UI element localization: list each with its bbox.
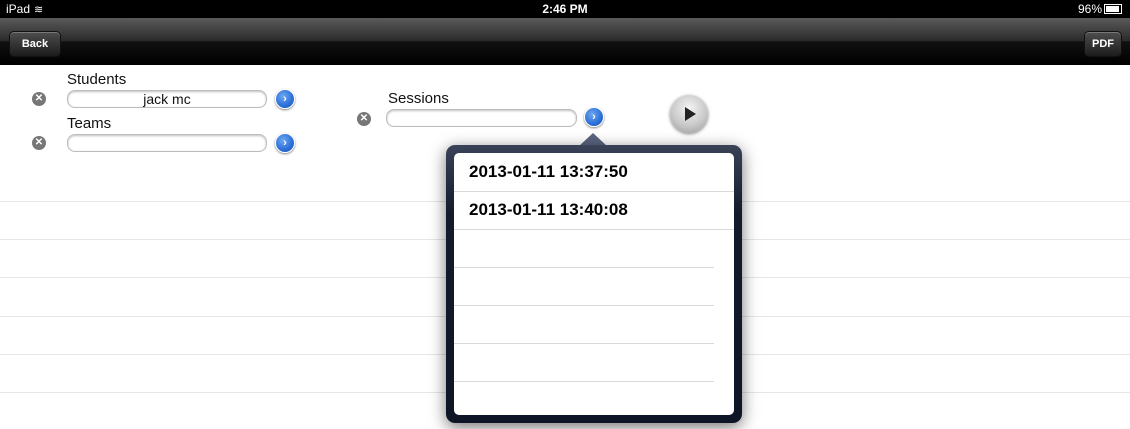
status-battery: 96% bbox=[1078, 0, 1122, 18]
session-timestamp: 2013-01-11 13:37:50 bbox=[469, 162, 628, 181]
clear-sessions-icon[interactable]: ✕ bbox=[357, 112, 371, 126]
empty-row-divider bbox=[454, 267, 714, 268]
play-button[interactable] bbox=[670, 95, 708, 133]
session-list-item[interactable]: 2013-01-11 13:40:08 bbox=[454, 191, 734, 230]
session-list-item[interactable]: 2013-01-11 13:37:50 bbox=[454, 153, 734, 192]
navigation-toolbar: Back PDF bbox=[0, 18, 1130, 65]
play-icon bbox=[685, 107, 696, 121]
empty-row-divider bbox=[454, 381, 714, 382]
back-button[interactable]: Back bbox=[9, 31, 61, 57]
sessions-list: 2013-01-11 13:37:50 2013-01-11 13:40:08 bbox=[454, 153, 734, 415]
sessions-popover: 2013-01-11 13:37:50 2013-01-11 13:40:08 bbox=[446, 145, 742, 423]
empty-row-divider bbox=[454, 343, 714, 344]
battery-icon bbox=[1104, 3, 1122, 14]
status-time: 2:46 PM bbox=[542, 2, 588, 16]
teams-disclosure-icon[interactable]: › bbox=[275, 133, 295, 153]
status-bar: iPad ≋ 2:46 PM 96% bbox=[0, 0, 1130, 18]
empty-row-divider bbox=[454, 305, 714, 306]
clear-students-icon[interactable]: ✕ bbox=[32, 92, 46, 106]
session-timestamp: 2013-01-11 13:40:08 bbox=[469, 200, 628, 219]
teams-label: Teams bbox=[67, 115, 112, 132]
sessions-label: Sessions bbox=[388, 90, 449, 107]
students-label: Students bbox=[67, 71, 127, 88]
pdf-button[interactable]: PDF bbox=[1084, 31, 1122, 57]
sessions-field[interactable] bbox=[386, 109, 577, 127]
students-disclosure-icon[interactable]: › bbox=[275, 89, 295, 109]
battery-percent: 96% bbox=[1077, 2, 1102, 16]
students-field[interactable] bbox=[67, 90, 267, 108]
sessions-disclosure-icon[interactable]: › bbox=[584, 107, 604, 127]
clear-teams-icon[interactable]: ✕ bbox=[32, 136, 46, 150]
teams-field[interactable] bbox=[67, 134, 267, 152]
